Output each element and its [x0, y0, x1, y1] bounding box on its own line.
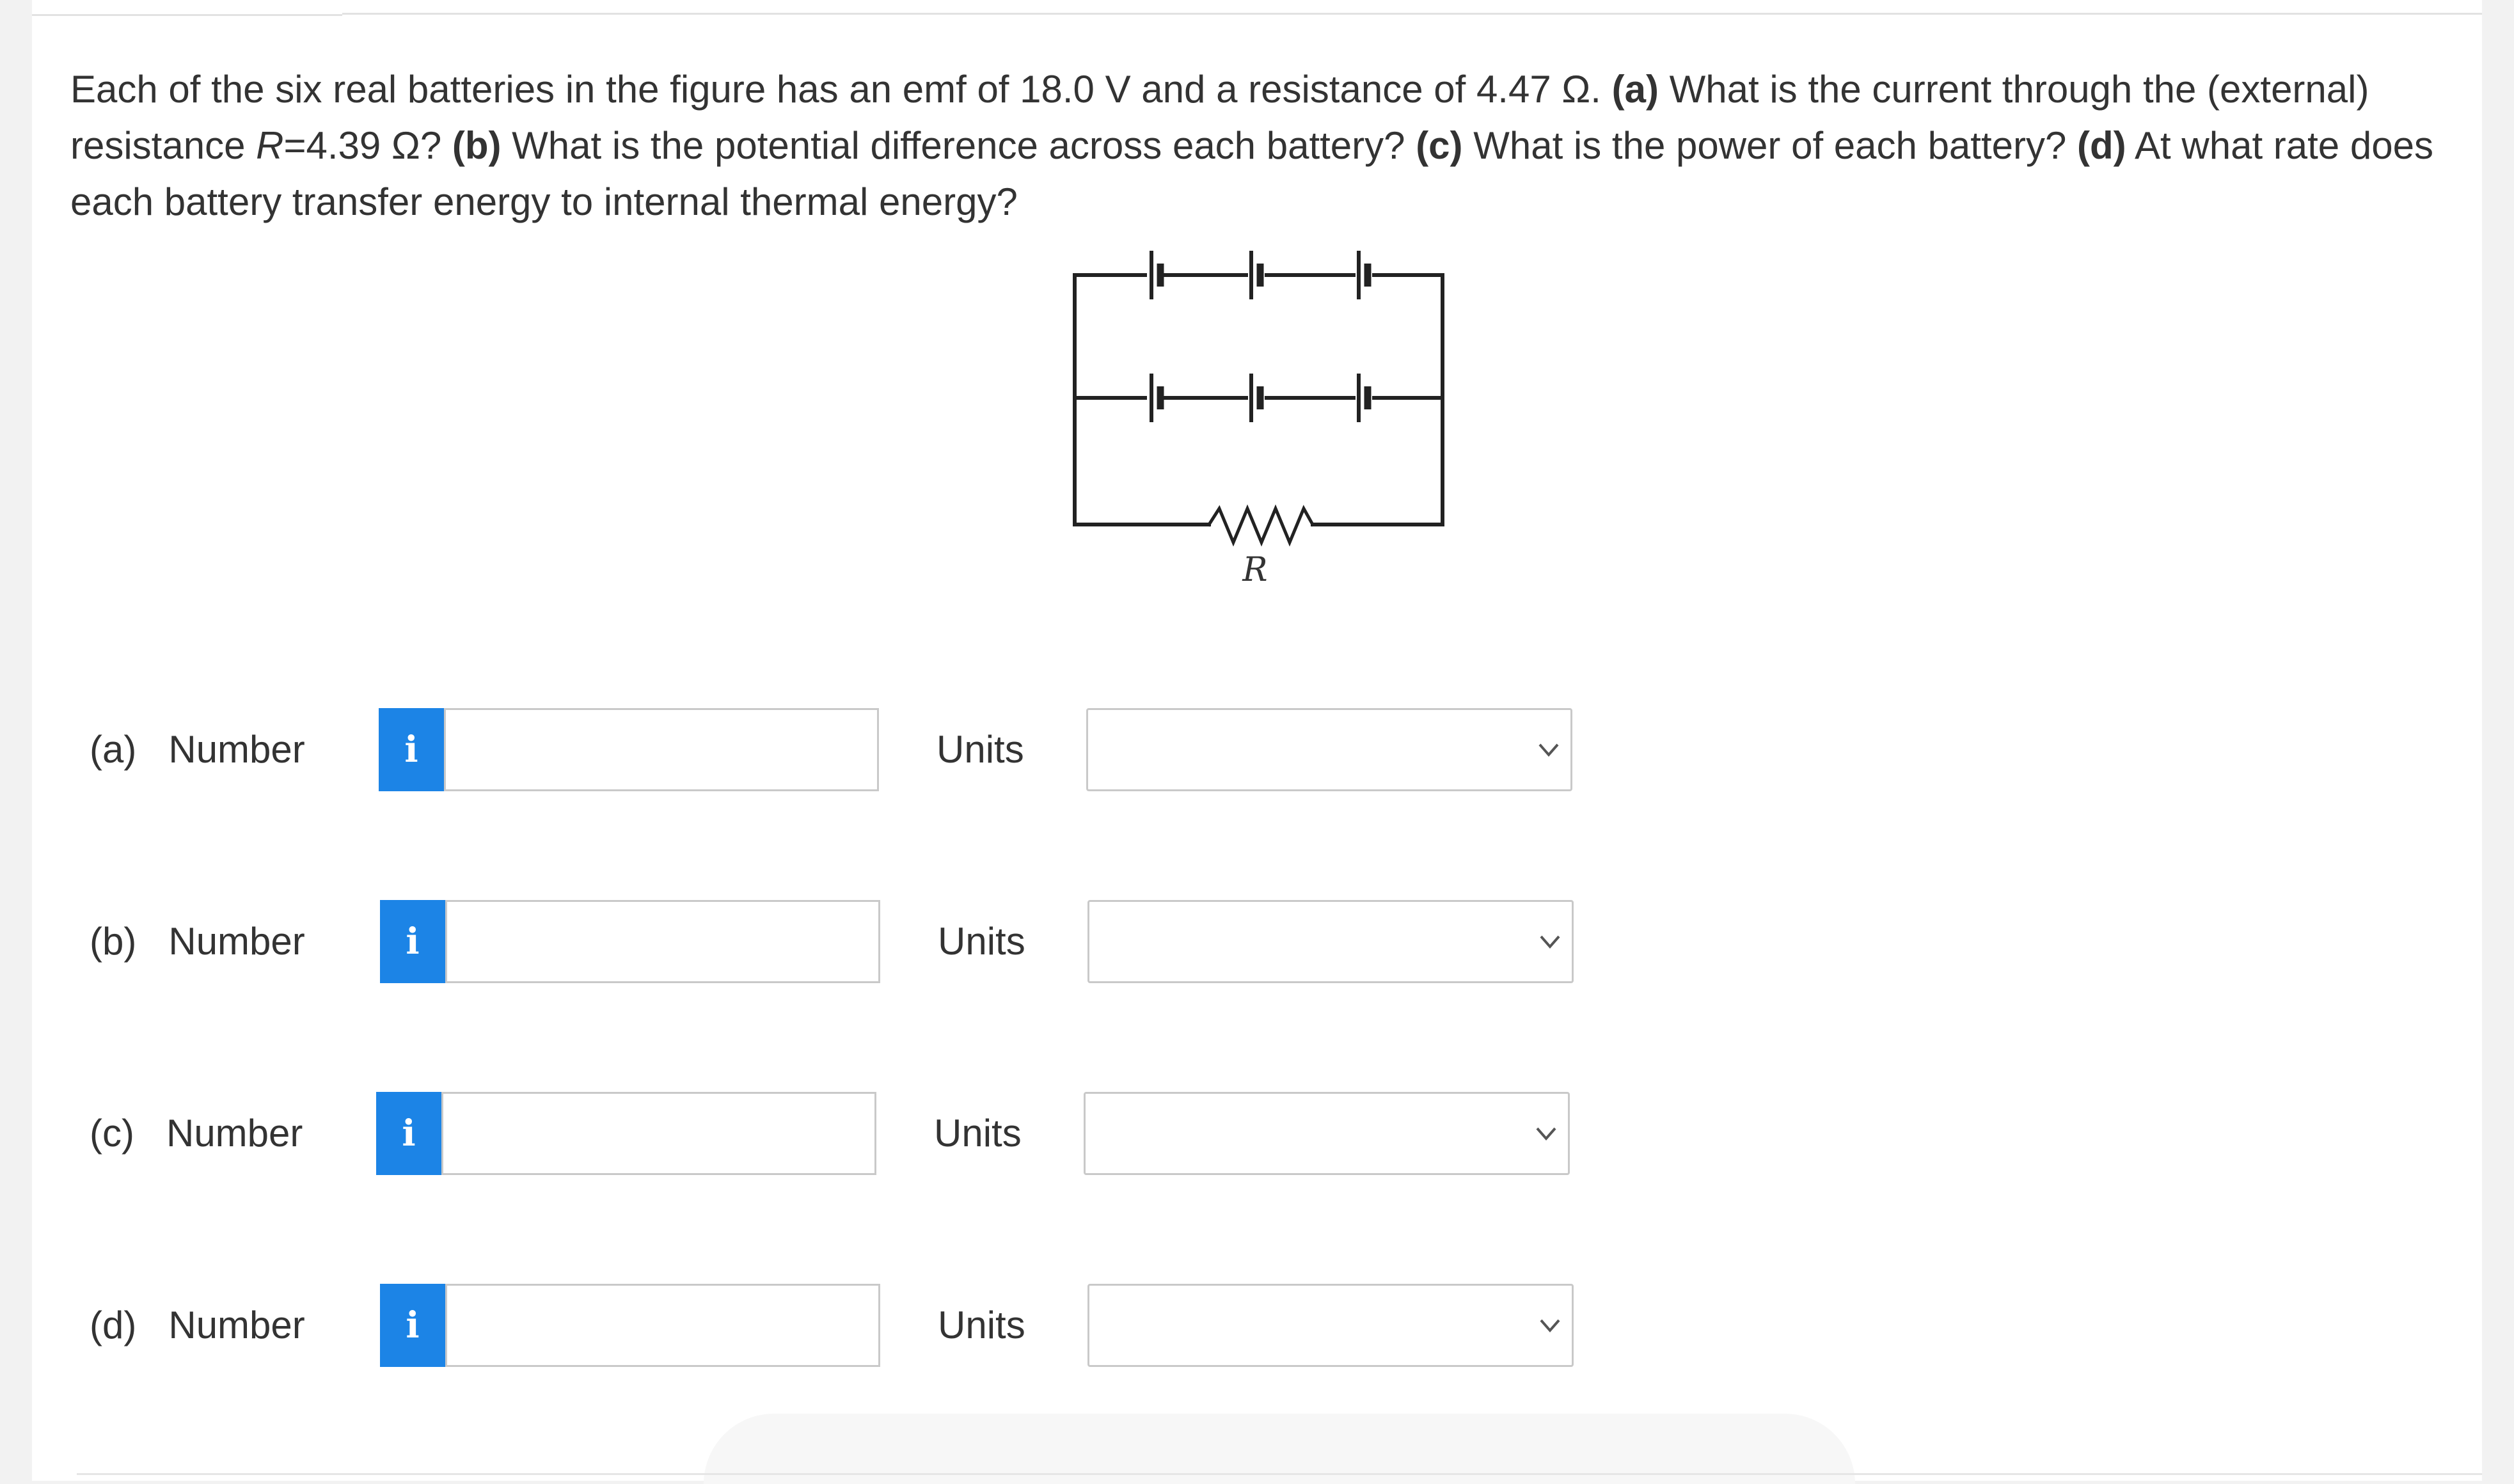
chevron-down-icon — [1540, 935, 1560, 949]
units-label: Units — [937, 728, 1024, 771]
battery-top-1 — [1150, 251, 1164, 299]
part-a-label: (a) Number — [90, 708, 305, 791]
question-a-tag: (a) — [1611, 68, 1659, 111]
chevron-down-icon — [1536, 1127, 1556, 1141]
battery-top-3 — [1357, 251, 1372, 299]
info-icon[interactable]: i — [379, 708, 444, 791]
number-label: Number — [168, 1304, 305, 1346]
part-tag: (c) — [90, 1112, 134, 1155]
chevron-down-icon — [1538, 743, 1559, 757]
info-icon[interactable]: i — [380, 1284, 445, 1367]
question-a-text-2: =4.39 Ω? — [283, 124, 452, 167]
units-select-d[interactable] — [1087, 1284, 1574, 1367]
part-c-label: (c) Number — [90, 1092, 303, 1175]
question-a-variable: R — [256, 124, 284, 167]
chevron-down-icon — [1540, 1319, 1560, 1333]
units-label: Units — [938, 1304, 1025, 1346]
part-tag: (b) — [90, 920, 137, 963]
number-input-c[interactable] — [441, 1092, 876, 1175]
units-select-c[interactable] — [1084, 1092, 1570, 1175]
resistor-label: R — [1242, 551, 1267, 589]
part-d-label: (d) Number — [90, 1284, 305, 1367]
part-b-label: (b) Number — [90, 900, 305, 983]
info-icon[interactable]: i — [376, 1092, 441, 1175]
bottom-divider — [77, 1473, 2482, 1475]
units-label: Units — [934, 1112, 1022, 1155]
number-label: Number — [168, 728, 305, 771]
answer-row-b: (b) Number i Units — [90, 900, 1574, 983]
number-input-b[interactable] — [445, 900, 880, 983]
battery-mid-1 — [1150, 374, 1164, 422]
units-label: Units — [938, 920, 1025, 963]
part-tag: (a) — [90, 728, 137, 771]
question-c-tag: (c) — [1416, 124, 1463, 167]
answer-row-c: (c) Number i Units — [90, 1092, 1574, 1175]
units-select-a[interactable] — [1086, 708, 1572, 791]
part-tag: (d) — [90, 1304, 137, 1346]
top-tab-strip — [32, 0, 342, 16]
question-b-text: What is the potential difference across … — [501, 124, 1416, 167]
units-select-b[interactable] — [1087, 900, 1574, 983]
resistor-R — [1206, 504, 1315, 547]
question-b-tag: (b) — [452, 124, 502, 167]
top-divider — [342, 13, 2482, 15]
number-label: Number — [168, 920, 305, 963]
battery-mid-3 — [1357, 374, 1372, 422]
battery-mid-2 — [1249, 374, 1264, 422]
answer-row-d: (d) Number i Units — [90, 1284, 1574, 1367]
answer-row-a: (a) Number i Units — [90, 708, 1574, 791]
battery-top-2 — [1249, 251, 1264, 299]
info-icon[interactable]: i — [380, 900, 445, 983]
number-input-d[interactable] — [445, 1284, 880, 1367]
question-intro: Each of the six real batteries in the fi… — [70, 68, 1612, 111]
question-d-tag: (d) — [2077, 124, 2126, 167]
question-c-text: What is the power of each battery? — [1462, 124, 2078, 167]
number-label: Number — [166, 1112, 303, 1155]
number-input-a[interactable] — [444, 708, 879, 791]
question-text: Each of the six real batteries in the fi… — [70, 61, 2450, 230]
circuit-figure: R — [1073, 251, 1444, 589]
